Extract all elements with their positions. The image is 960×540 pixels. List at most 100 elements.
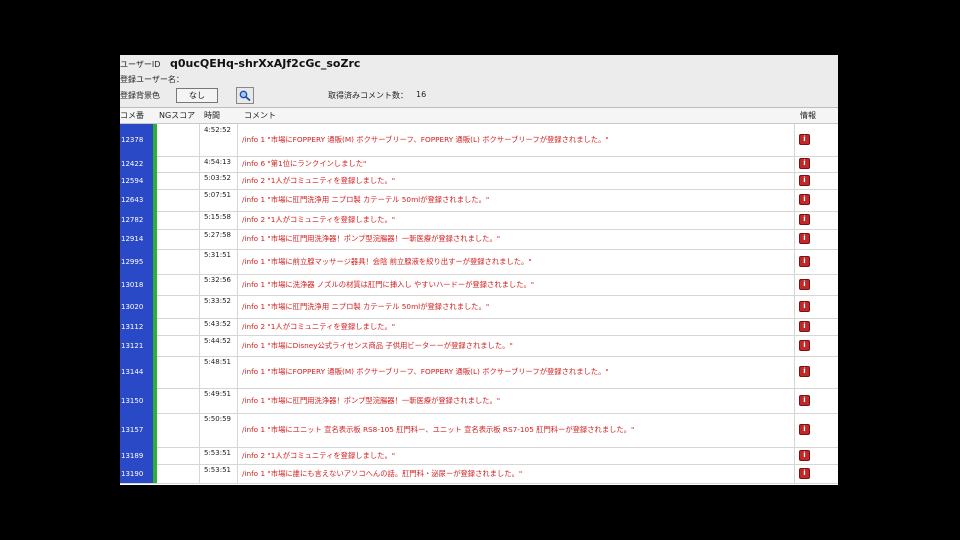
comment-time: 5:15:58 — [200, 211, 238, 229]
info-cell: i — [796, 189, 838, 211]
info-cell: i — [796, 211, 838, 229]
info-icon[interactable]: i — [799, 233, 810, 244]
comment-text: /info 1 "市場に洗浄器 ノズルの材質は肛門に挿入し やすいハードーが登録… — [239, 274, 795, 295]
ng-score — [157, 211, 200, 229]
ng-score — [157, 229, 200, 249]
column-num[interactable]: コメ番 — [120, 108, 144, 123]
info-icon[interactable]: i — [799, 278, 810, 290]
search-icon — [239, 90, 251, 101]
comment-row[interactable]: 13150 5:49:51/info 1 "市場に肛門用洗浄器！ポンプ型浣腸器！一… — [120, 388, 838, 414]
ng-score — [157, 388, 200, 413]
fetched-count-value: 16 — [416, 90, 427, 99]
ng-score — [157, 413, 200, 447]
comment-number: 12378 — [120, 124, 153, 156]
comment-number: 13144 — [120, 356, 153, 388]
search-button[interactable] — [236, 87, 254, 104]
ng-score — [157, 295, 200, 318]
comment-text: /info 1 "市場に肛門用洗浄器！ポンプ型浣腸器！一斬医療が登録されました。… — [239, 388, 795, 413]
comment-time: 4:54:13 — [200, 156, 238, 172]
comment-text: /info 6 "第1位にランクインしました" — [239, 156, 795, 172]
comment-row[interactable]: 13112 5:43:52/info 2 "1人がコミュニティを登録しました。" i — [120, 318, 838, 336]
comment-time: 4:52:52 — [200, 124, 238, 156]
comment-time: 5:43:52 — [200, 318, 238, 335]
column-ng[interactable]: NGスコア — [159, 108, 195, 123]
color-none-button[interactable]: なし — [176, 88, 218, 103]
username-label: 登録ユーザー名： — [120, 75, 184, 84]
fetched-count-label: 取得済みコメント数： — [328, 91, 408, 100]
info-icon[interactable]: i — [799, 158, 810, 169]
column-time[interactable]: 時間 — [204, 108, 220, 123]
ng-score — [157, 447, 200, 464]
comment-text: /info 2 "1人がコミュニティを登録しました。" — [239, 318, 795, 335]
comment-row[interactable]: 12782 5:15:58/info 2 "1人がコミュニティを登録しました。" i — [120, 211, 838, 230]
comment-time: 5:03:52 — [200, 172, 238, 189]
info-cell: i — [796, 124, 838, 156]
comment-text: /info 2 "1人がコミュニティを登録しました。" — [239, 447, 795, 464]
ng-score — [157, 249, 200, 274]
ng-score — [157, 172, 200, 189]
comment-row[interactable]: 12995 5:31:51/info 1 "市場に前立腺マッサージ器具！会陰 前立… — [120, 249, 838, 275]
info-icon[interactable]: i — [799, 339, 810, 351]
comment-row[interactable]: 13189 5:53:51/info 2 "1人がコミュニティを登録しました。" i — [120, 447, 838, 465]
column-info[interactable]: 情報 — [800, 108, 816, 123]
comment-row[interactable]: 13121 5:44:52/info 1 "市場にDisney公式ライセンス商品 … — [120, 335, 838, 357]
comment-time: 5:33:52 — [200, 295, 238, 318]
comment-time: 5:31:51 — [200, 249, 238, 274]
info-cell: i — [796, 318, 838, 335]
column-comment[interactable]: コメント — [244, 108, 276, 123]
info-cell: i — [796, 295, 838, 318]
comment-number: 12422 — [120, 156, 153, 172]
comment-row[interactable]: 12643 5:07:51/info 1 "市場に肛門洗浄用 ニプロ製 カテーテル… — [120, 189, 838, 212]
comment-text: /info 1 "市場にユニット 宣名表示板 RS8-105 肛門科ー、ユニット… — [239, 413, 795, 447]
comment-text: /info 2 "1人がコミュニティを登録しました。" — [239, 172, 795, 189]
comment-row[interactable]: 13157 5:50:59/info 1 "市場にユニット 宣名表示板 RS8-1… — [120, 413, 838, 448]
comment-row[interactable]: 13144 5:48:51/info 1 "市場にFOPPERY 通販(M) ボク… — [120, 356, 838, 389]
comment-number: 12995 — [120, 249, 153, 274]
info-icon[interactable]: i — [799, 424, 810, 435]
info-icon[interactable]: i — [799, 255, 810, 267]
ng-score — [157, 274, 200, 295]
comment-time: 5:49:51 — [200, 388, 238, 413]
comment-number: 13020 — [120, 295, 153, 318]
comment-text: /info 1 "市場にFOPPERY 通販(M) ボクサーブリーフ、FOPPE… — [239, 124, 795, 156]
info-icon[interactable]: i — [799, 449, 810, 461]
info-icon[interactable]: i — [799, 467, 810, 479]
comment-text: /info 1 "市場に前立腺マッサージ器具！会陰 前立腺液を絞り出すーが登録さ… — [239, 249, 795, 274]
comment-number: 13018 — [120, 274, 153, 295]
comment-time: 5:27:58 — [200, 229, 238, 249]
info-cell: i — [796, 388, 838, 413]
comment-number: 13121 — [120, 335, 153, 356]
comment-row[interactable]: 13190 5:53:51/info 1 "市場に誰にも言えないアソコへんの話。肛… — [120, 464, 838, 484]
comment-row[interactable]: 13018 5:32:56/info 1 "市場に洗浄器 ノズルの材質は肛門に挿入… — [120, 274, 838, 296]
ng-score — [157, 356, 200, 388]
info-icon[interactable]: i — [799, 320, 810, 332]
comment-row[interactable]: 12914 5:27:58/info 1 "市場に肛門用洗浄器！ポンプ型浣腸器！一… — [120, 229, 838, 250]
comment-text: /info 2 "1人がコミュニティを登録しました。" — [239, 211, 795, 229]
comment-number: 13189 — [120, 447, 153, 464]
info-cell: i — [796, 249, 838, 274]
comment-row[interactable]: 12378 4:52:52/info 1 "市場にFOPPERY 通販(M) ボク… — [120, 124, 838, 157]
info-icon[interactable]: i — [799, 194, 810, 205]
info-icon[interactable]: i — [799, 214, 810, 225]
comment-row[interactable]: 13020 5:33:52/info 1 "市場に肛門洗浄用 ニプロ製 カテーテル… — [120, 295, 838, 319]
info-cell: i — [796, 172, 838, 189]
userid-label: ユーザーID — [120, 60, 161, 69]
info-icon[interactable]: i — [799, 366, 810, 377]
ng-score — [157, 464, 200, 483]
comment-row[interactable]: 12594 5:03:52/info 2 "1人がコミュニティを登録しました。" i — [120, 172, 838, 190]
comment-row[interactable]: 12422 4:54:13/info 6 "第1位にランクインしました" i — [120, 156, 838, 173]
comment-number: 13190 — [120, 464, 153, 483]
ng-score — [157, 318, 200, 335]
info-cell: i — [796, 335, 838, 356]
comment-number: 13157 — [120, 413, 153, 447]
comment-text: /info 1 "市場にFOPPERY 通販(M) ボクサーブリーフ、FOPPE… — [239, 356, 795, 388]
user-info-bar: ユーザーID q0ucQEHq-shrXxAJf2cGc_soZrc 登録ユーザ… — [120, 55, 838, 108]
info-cell: i — [796, 413, 838, 447]
info-icon[interactable]: i — [799, 394, 810, 406]
info-icon[interactable]: i — [799, 174, 810, 186]
info-icon[interactable]: i — [799, 300, 810, 312]
info-icon[interactable]: i — [799, 134, 810, 145]
comment-time: 5:32:56 — [200, 274, 238, 295]
comment-number: 12594 — [120, 172, 153, 189]
comment-time: 5:50:59 — [200, 413, 238, 447]
